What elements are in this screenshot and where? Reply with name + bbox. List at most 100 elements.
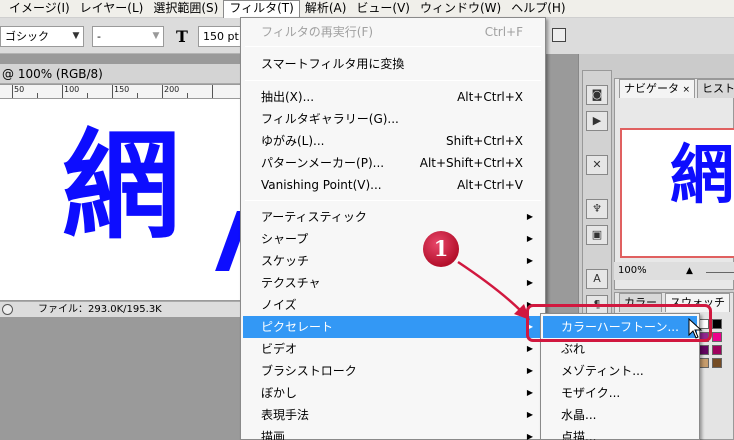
swatch[interactable] (712, 358, 722, 368)
options-bar-right (544, 18, 734, 54)
menu-item-artistic[interactable]: アーティスティック ▶ (243, 206, 543, 228)
menu-item-crystallize[interactable]: 水晶... (543, 404, 697, 426)
menu-item-brush-strokes[interactable]: ブラシストローク ▶ (243, 360, 543, 382)
chevron-down-icon: ▼ (72, 31, 80, 41)
swatch[interactable] (712, 345, 722, 355)
ruler-tick (212, 85, 213, 98)
font-style-value: - (97, 30, 101, 43)
menu-item-smart-filter[interactable]: スマートフィルタ用に変換 (243, 53, 543, 75)
menu-item-mezzotint[interactable]: メゾティント... (543, 360, 697, 382)
clone-source-icon[interactable]: ▣ (586, 225, 608, 245)
navigator-zoom-row: 100% ▲ (614, 262, 734, 280)
font-family-select[interactable]: ゴシック ▼ (0, 26, 84, 47)
menu-separator (245, 200, 541, 201)
menu-item-noise[interactable]: ノイズ ▶ (243, 294, 543, 316)
menu-item-video[interactable]: ビデオ ▶ (243, 338, 543, 360)
submenu-arrow-icon: ▶ (526, 410, 533, 419)
menu-item-label: 描画 (261, 430, 286, 440)
history-icon[interactable]: ◙ (586, 85, 608, 105)
status-bar: ファイル：293.0K/195.3K (0, 301, 240, 317)
menu-filter[interactable]: フィルタ(T) (223, 0, 300, 18)
menu-item-label: 抽出(X)... (261, 90, 315, 104)
font-family-value: ゴシック (5, 30, 49, 43)
menu-item-label: パターンメーカー(P)... (261, 156, 385, 170)
tab-histogram[interactable]: ヒスト (697, 79, 734, 98)
menu-layer[interactable]: レイヤー(L) (75, 0, 149, 18)
menu-help[interactable]: ヘルプ(H) (506, 0, 570, 18)
menu-item-label: Vanishing Point(V)... (261, 178, 382, 192)
font-style-select[interactable]: - ▼ (92, 26, 164, 47)
brushes-icon[interactable]: ♆ (586, 199, 608, 219)
menu-item-filter-gallery[interactable]: フィルタギャラリー(G)... (243, 108, 543, 130)
menu-item-vanishing-point[interactable]: Vanishing Point(V)... Alt+Ctrl+V (243, 174, 543, 196)
menu-item-label: ぼかし (261, 386, 298, 400)
ruler-tick (137, 93, 138, 98)
menu-analysis[interactable]: 解析(A) (300, 0, 352, 18)
zoom-slider[interactable] (706, 272, 734, 273)
menu-item-mosaic[interactable]: モザイク... (543, 382, 697, 404)
callout-highlight-box (526, 304, 712, 342)
ruler-tick (87, 93, 88, 98)
menu-item-label: シャープ (261, 232, 309, 246)
menu-item-pixelate[interactable]: ピクセレート ▶ (243, 316, 543, 338)
panel-toggle-icon[interactable] (552, 28, 566, 42)
swatch[interactable] (712, 319, 722, 329)
menu-item-label: フィルタの再実行(F) (261, 25, 374, 39)
navigator-thumbnail[interactable]: 網 (620, 128, 734, 258)
menu-item-pointillize[interactable]: 点描... (543, 426, 697, 440)
document-title: @ 100% (RGB/8) (0, 64, 240, 84)
status-menu-icon[interactable] (2, 304, 13, 315)
swatch[interactable] (712, 332, 722, 342)
menu-window[interactable]: ウィンドウ(W) (415, 0, 506, 18)
step-number-badge: 1 (423, 231, 459, 267)
canvas-text: 網 (62, 117, 181, 255)
swatch[interactable] (699, 358, 709, 368)
submenu-arrow-icon: ▶ (526, 234, 533, 243)
menu-item-pattern-maker[interactable]: パターンメーカー(P)... Alt+Shift+Ctrl+X (243, 152, 543, 174)
menu-select[interactable]: 選択範囲(S) (148, 0, 223, 18)
tab-navigator[interactable]: ナビゲータ × (619, 79, 696, 98)
menu-separator (245, 46, 541, 47)
menu-view[interactable]: ビュー(V) (351, 0, 415, 18)
mouse-cursor-icon (688, 318, 703, 339)
document-canvas[interactable]: 網 (0, 99, 240, 300)
zoom-out-icon[interactable]: ▲ (686, 262, 693, 280)
menu-item-stylize[interactable]: 表現手法 ▶ (243, 404, 543, 426)
submenu-arrow-icon: ▶ (526, 366, 533, 375)
menu-item-label: テクスチャ (261, 276, 321, 290)
submenu-arrow-icon: ▶ (526, 388, 533, 397)
menu-image[interactable]: イメージ(I) (4, 0, 75, 18)
actions-icon[interactable]: ▶ (586, 111, 608, 131)
menu-item-shortcut: Alt+Ctrl+V (457, 178, 523, 192)
menu-separator (245, 80, 541, 81)
swatch[interactable] (699, 345, 709, 355)
menubar: イメージ(I) レイヤー(L) 選択範囲(S) フィルタ(T) 解析(A) ビュ… (0, 0, 734, 18)
menu-item-label: ノイズ (261, 298, 297, 312)
horizontal-ruler: 50 100 150 200 (0, 85, 240, 99)
menu-item-blur[interactable]: ぼかし ▶ (243, 382, 543, 404)
menu-item-shortcut: Alt+Ctrl+X (457, 90, 523, 104)
font-size-field[interactable]: 150 pt (198, 26, 244, 47)
menu-item-label: ピクセレート (261, 320, 334, 334)
menu-item-extract[interactable]: 抽出(X)... Alt+Ctrl+X (243, 86, 543, 108)
menu-item-label: ゆがみ(L)... (261, 134, 325, 148)
ruler-label: 50 (14, 85, 25, 94)
tool-presets-icon[interactable]: ✕ (586, 155, 608, 175)
zoom-value[interactable]: 100% (618, 262, 647, 280)
menu-item-render[interactable]: 描画 ▶ (243, 426, 543, 440)
close-icon[interactable]: × (683, 85, 691, 95)
font-size-icon: T (176, 27, 188, 46)
ruler-label: 100 (64, 85, 80, 94)
filter-menu: フィルタの再実行(F) Ctrl+F スマートフィルタ用に変換 抽出(X)...… (240, 17, 546, 440)
menu-item-texture[interactable]: テクスチャ ▶ (243, 272, 543, 294)
navigator-thumb-text: 網 (670, 139, 734, 213)
menu-item-liquify[interactable]: ゆがみ(L)... Shift+Ctrl+X (243, 130, 543, 152)
ruler-label: 200 (164, 85, 180, 94)
character-icon[interactable]: A (586, 269, 608, 289)
ruler-tick (112, 85, 113, 98)
menu-item-label: フィルタギャラリー(G)... (261, 112, 399, 126)
menu-item-sharpen[interactable]: シャープ ▶ (243, 228, 543, 250)
menu-item-sketch[interactable]: スケッチ ▶ (243, 250, 543, 272)
chevron-down-icon: ▼ (152, 31, 160, 41)
ruler-tick (37, 93, 38, 98)
